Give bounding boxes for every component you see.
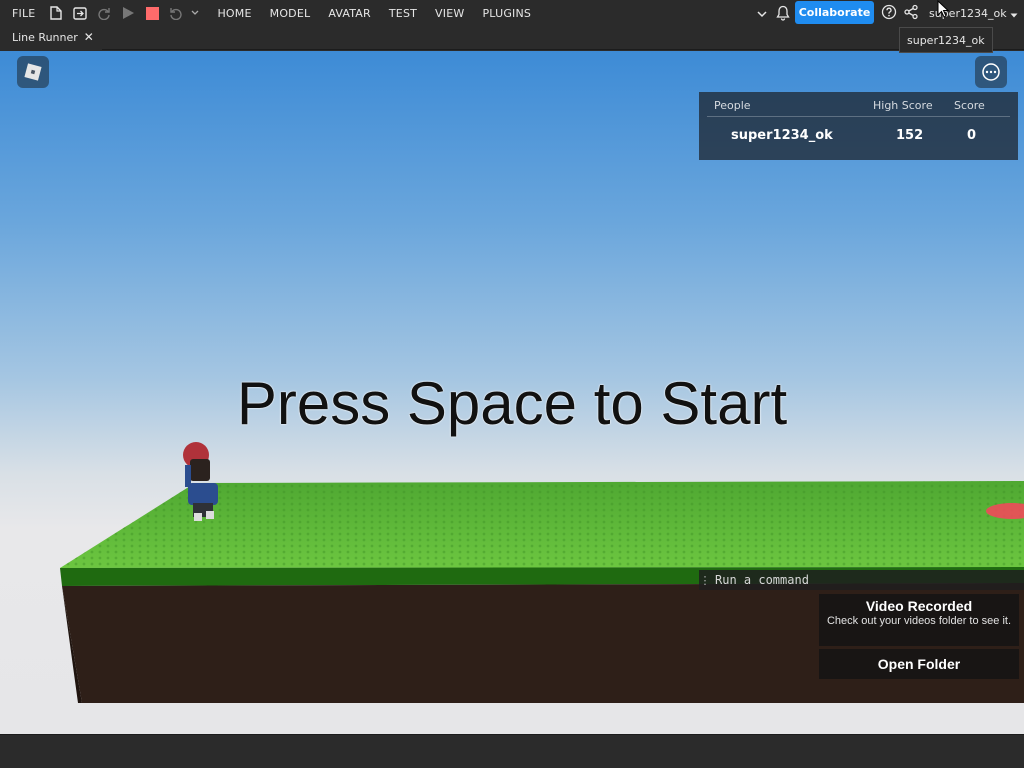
toast-title: Video Recorded bbox=[865, 598, 973, 614]
command-input[interactable] bbox=[711, 571, 1024, 589]
video-recorded-toast: Video Recorded Check out your videos fol… bbox=[819, 594, 1019, 646]
open-file-icon[interactable] bbox=[68, 0, 92, 26]
help-icon[interactable] bbox=[881, 4, 897, 23]
game-viewport[interactable]: People High Score Score super1234_ok 152… bbox=[0, 51, 1024, 734]
open-folder-button[interactable]: Open Folder bbox=[819, 649, 1019, 679]
start-prompt: Press Space to Start bbox=[236, 370, 788, 437]
menu-tab-model[interactable]: MODEL bbox=[261, 0, 320, 26]
leaderboard-player-name[interactable]: super1234_ok bbox=[731, 126, 833, 144]
share-icon[interactable] bbox=[903, 4, 919, 23]
roblox-logo-icon bbox=[24, 63, 42, 81]
tab-label: Line Runner bbox=[12, 30, 78, 44]
leaderboard-header-people: People bbox=[714, 98, 751, 112]
bell-icon[interactable] bbox=[776, 5, 790, 24]
menu-tab-plugins[interactable]: PLUGINS bbox=[473, 0, 540, 26]
more-icon bbox=[982, 63, 1000, 81]
leaderboard-score-value: 0 bbox=[967, 127, 977, 143]
leaderboard: People High Score Score super1234_ok 152… bbox=[699, 92, 1018, 160]
leaderboard-divider bbox=[707, 116, 1010, 117]
toast-description: Check out your videos folder to see it. bbox=[826, 615, 1012, 627]
close-icon[interactable]: ✕ bbox=[84, 30, 94, 44]
undo-history-chevron-icon[interactable] bbox=[188, 0, 202, 26]
leaderboard-header-score: Score bbox=[954, 98, 985, 112]
command-bar: ⋮ bbox=[699, 570, 1024, 590]
tab-line-runner[interactable]: Line Runner ✕ bbox=[0, 26, 102, 50]
new-file-icon[interactable] bbox=[44, 0, 68, 26]
menu-tab-home[interactable]: HOME bbox=[208, 0, 260, 26]
menubar: FILE HOME MODEL AVATAR TEST VIEW PLUGINS bbox=[0, 0, 1024, 26]
stop-icon[interactable] bbox=[140, 0, 164, 26]
undo-icon[interactable] bbox=[164, 0, 188, 26]
collaborate-button[interactable]: Collaborate bbox=[795, 1, 874, 24]
menu-tab-test[interactable]: TEST bbox=[380, 0, 426, 26]
user-chevron-down-icon[interactable] bbox=[1010, 9, 1018, 22]
leaderboard-high-score-value: 152 bbox=[896, 127, 924, 143]
document-tabbar: Line Runner ✕ bbox=[0, 26, 1024, 50]
drag-grip-icon[interactable]: ⋮ bbox=[699, 574, 711, 587]
leaderboard-header-high-score: High Score bbox=[873, 98, 933, 112]
menu-tab-avatar[interactable]: AVATAR bbox=[319, 0, 380, 26]
more-options-button[interactable] bbox=[975, 56, 1007, 88]
play-icon[interactable] bbox=[116, 0, 140, 26]
username-tooltip: super1234_ok bbox=[899, 27, 993, 53]
menu-tab-view[interactable]: VIEW bbox=[426, 0, 473, 26]
mouse-cursor-icon bbox=[937, 0, 949, 18]
chevron-down-icon[interactable] bbox=[757, 8, 767, 21]
redo-icon[interactable] bbox=[92, 0, 116, 26]
roblox-studio-window: FILE HOME MODEL AVATAR TEST VIEW PLUGINS bbox=[0, 0, 1024, 768]
file-menu[interactable]: FILE bbox=[0, 0, 44, 26]
bottom-status-bar bbox=[0, 734, 1024, 768]
roblox-menu-button[interactable] bbox=[17, 56, 49, 88]
